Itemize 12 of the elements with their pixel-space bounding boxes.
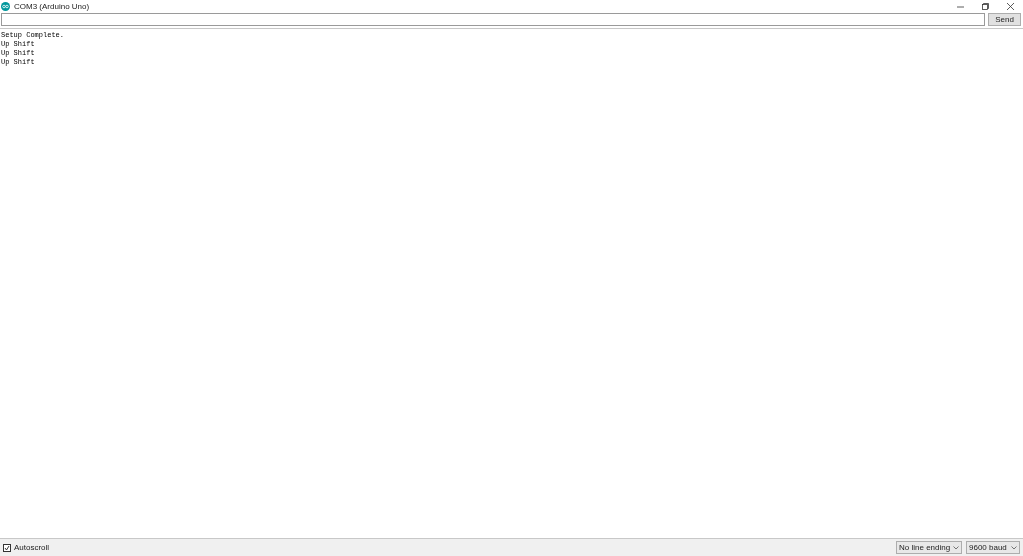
message-input-field[interactable] [1,13,985,26]
chevron-down-icon [953,545,959,550]
baud-rate-dropdown[interactable]: 9600 baud [966,541,1020,554]
autoscroll-checkbox[interactable] [3,543,11,552]
restore-icon [982,3,989,10]
window-title: COM3 (Arduino Uno) [14,0,90,13]
autoscroll-label: Autoscroll [14,541,51,554]
chevron-down-icon [1011,545,1017,550]
send-button[interactable]: Send [988,13,1021,26]
close-icon [1007,3,1014,10]
minimize-icon [957,3,964,10]
line-ending-dropdown[interactable]: No line ending [896,541,962,554]
